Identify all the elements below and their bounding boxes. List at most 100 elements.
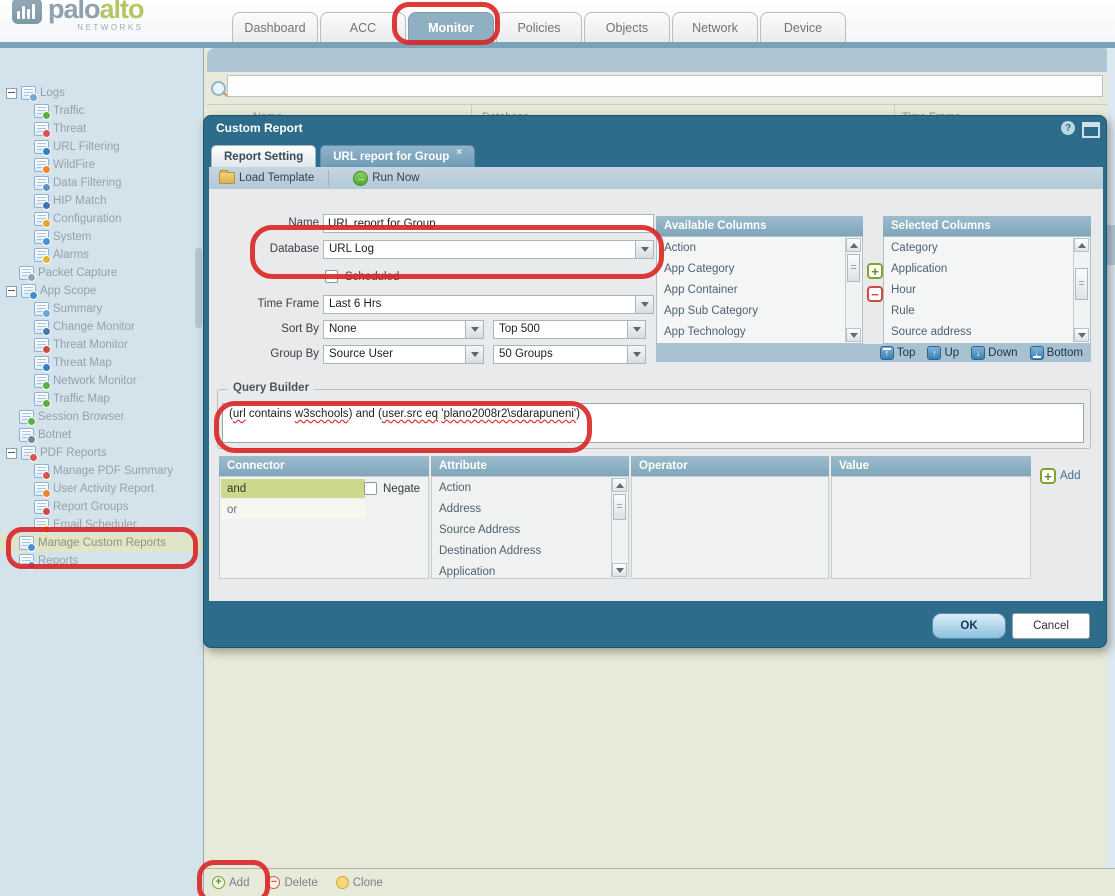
selected-column-option-rule[interactable]: Rule <box>884 300 1074 321</box>
add-report-button[interactable]: + Add <box>212 876 249 889</box>
sidebar-item-email-scheduler[interactable]: Email Scheduler <box>0 516 203 534</box>
attribute-option-application[interactable]: Application <box>432 561 612 582</box>
sidebar-item-threat-map[interactable]: Threat Map <box>0 354 203 372</box>
move-up-button[interactable]: ↑ Up <box>927 346 959 360</box>
sidebar-item-threat[interactable]: Threat <box>0 120 203 138</box>
tab-objects[interactable]: Objects <box>584 12 670 42</box>
tree-collapse-icon[interactable] <box>6 87 17 99</box>
move-top-button[interactable]: ↑ Top <box>879 346 915 360</box>
scroll-up-icon[interactable] <box>612 478 627 492</box>
page-scrollbar-thumb[interactable] <box>1107 225 1115 265</box>
connector-option-and[interactable]: and <box>221 479 365 498</box>
attribute-option-destination-address[interactable]: Destination Address <box>432 540 612 561</box>
sidebar-item-packet-capture[interactable]: Packet Capture <box>0 264 203 282</box>
available-column-option-app-sub-category[interactable]: App Sub Category <box>657 300 846 321</box>
attribute-scrollbar[interactable] <box>611 478 627 577</box>
sidebar-item-pdf-reports[interactable]: PDF Reports <box>0 444 203 462</box>
clone-report-button[interactable]: Clone <box>335 876 383 889</box>
sidebar-item-configuration[interactable]: Configuration <box>0 210 203 228</box>
selected-column-option-source-address[interactable]: Source address <box>884 321 1074 342</box>
tree-collapse-icon[interactable] <box>6 285 17 297</box>
tab-acc[interactable]: ACC <box>320 12 406 42</box>
sidebar-item-logs[interactable]: Logs <box>0 84 203 102</box>
sidebar-item-traffic[interactable]: Traffic <box>0 102 203 120</box>
sidebar-item-botnet[interactable]: Botnet <box>0 426 203 444</box>
cancel-button[interactable]: Cancel <box>1012 613 1090 639</box>
sidebar-item-change-monitor[interactable]: Change Monitor <box>0 318 203 336</box>
sidebar-item-report-groups[interactable]: Report Groups <box>0 498 203 516</box>
tab-dashboard[interactable]: Dashboard <box>232 12 318 42</box>
scroll-down-icon[interactable] <box>1074 328 1089 342</box>
negate-checkbox[interactable] <box>364 482 377 495</box>
available-columns-scrollbar[interactable] <box>845 238 861 342</box>
ok-button[interactable]: OK <box>932 613 1006 639</box>
sort-by-limit-select[interactable]: Top 500 <box>493 320 646 339</box>
tab-device[interactable]: Device <box>760 12 846 42</box>
scroll-down-icon[interactable] <box>612 563 627 577</box>
attribute-option-source-address[interactable]: Source Address <box>432 519 612 540</box>
sidebar-item-reports[interactable]: Reports <box>0 552 203 570</box>
maximize-icon[interactable] <box>1082 122 1100 138</box>
available-column-option-app-container[interactable]: App Container <box>657 279 846 300</box>
sidebar-item-summary[interactable]: Summary <box>0 300 203 318</box>
sidebar-item-wildfire[interactable]: WildFire <box>0 156 203 174</box>
available-column-option-action[interactable]: Action <box>657 237 846 258</box>
scheduled-checkbox[interactable] <box>325 270 338 283</box>
selected-columns-scrollbar[interactable] <box>1073 238 1089 342</box>
remove-column-button[interactable]: − <box>867 286 883 302</box>
move-bottom-button[interactable]: ↓ Bottom <box>1029 346 1083 360</box>
available-column-option-app-technology[interactable]: App Technology <box>657 321 846 342</box>
available-column-option-app-category[interactable]: App Category <box>657 258 846 279</box>
top-arrow-icon: ↑ <box>879 346 894 360</box>
scrollbar-thumb[interactable] <box>847 254 860 282</box>
search-input[interactable] <box>227 75 1103 97</box>
group-by-select[interactable]: Source User <box>323 345 484 364</box>
tab-network[interactable]: Network <box>672 12 758 42</box>
sidebar-item-session-browser[interactable]: Session Browser <box>0 408 203 426</box>
close-tab-icon[interactable]: × <box>456 147 462 158</box>
sidebar-item-alarms[interactable]: Alarms <box>0 246 203 264</box>
sidebar-item-hip-match[interactable]: HIP Match <box>0 192 203 210</box>
sort-by-select[interactable]: None <box>323 320 484 339</box>
sidebar-item-app-scope[interactable]: App Scope <box>0 282 203 300</box>
scroll-down-icon[interactable] <box>846 328 861 342</box>
selected-column-option-category[interactable]: Category <box>884 237 1074 258</box>
sidebar-item-network-monitor[interactable]: Network Monitor <box>0 372 203 390</box>
sidebar-scrollbar[interactable] <box>195 248 202 328</box>
connector-option-or[interactable]: or <box>221 500 365 519</box>
attribute-option-address[interactable]: Address <box>432 498 612 519</box>
database-select[interactable]: URL Log <box>323 240 654 259</box>
run-now-button[interactable]: → Run Now <box>343 167 429 189</box>
database-value: URL Log <box>329 243 374 255</box>
sidebar-item-manage-pdf-summary[interactable]: Manage PDF Summary <box>0 462 203 480</box>
tab-url-report-for-group[interactable]: URL report for Group × <box>320 145 476 167</box>
load-template-button[interactable]: Load Template <box>209 167 324 189</box>
scrollbar-thumb[interactable] <box>1075 268 1088 300</box>
sidebar-item-data-filtering[interactable]: Data Filtering <box>0 174 203 192</box>
selected-column-option-application[interactable]: Application <box>884 258 1074 279</box>
tab-report-setting[interactable]: Report Setting <box>211 145 317 167</box>
sidebar-item-system[interactable]: System <box>0 228 203 246</box>
add-condition-button[interactable]: + Add <box>1040 468 1080 484</box>
sidebar-item-user-activity-report[interactable]: User Activity Report <box>0 480 203 498</box>
time-frame-select[interactable]: Last 6 Hrs <box>323 295 654 314</box>
sidebar-item-url-filtering[interactable]: URL Filtering <box>0 138 203 156</box>
add-column-button[interactable]: + <box>867 263 883 279</box>
sidebar-item-manage-custom-reports[interactable]: Manage Custom Reports <box>0 534 203 552</box>
query-input[interactable]: (url contains w3schools) and (user.src e… <box>222 403 1084 443</box>
delete-report-button[interactable]: − Delete <box>267 876 318 889</box>
scrollbar-thumb[interactable] <box>613 494 626 520</box>
attribute-option-action[interactable]: Action <box>432 477 612 498</box>
tab-policies[interactable]: Policies <box>496 12 582 42</box>
scroll-up-icon[interactable] <box>846 238 861 252</box>
selected-column-option-hour[interactable]: Hour <box>884 279 1074 300</box>
name-input[interactable] <box>323 214 654 233</box>
group-by-limit-select[interactable]: 50 Groups <box>493 345 646 364</box>
scroll-up-icon[interactable] <box>1074 238 1089 252</box>
help-icon[interactable]: ? <box>1061 121 1075 135</box>
move-down-button[interactable]: ↓ Down <box>971 346 1018 360</box>
tree-collapse-icon[interactable] <box>6 447 17 459</box>
sidebar-item-traffic-map[interactable]: Traffic Map <box>0 390 203 408</box>
tab-monitor[interactable]: Monitor <box>408 12 494 42</box>
sidebar-item-threat-monitor[interactable]: Threat Monitor <box>0 336 203 354</box>
